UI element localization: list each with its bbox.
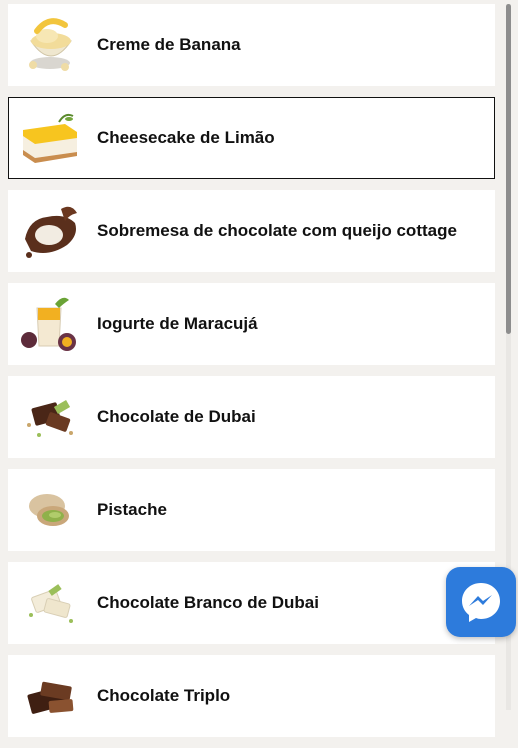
list-item-chocolate-de-dubai[interactable]: Chocolate de Dubai <box>8 376 495 458</box>
banana-cream-icon <box>29 18 72 71</box>
list-item-iogurte-de-maracuja[interactable]: Iogurte de Maracujá <box>8 283 495 365</box>
list-item-chocolate-branco-de-dubai[interactable]: Chocolate Branco de Dubai <box>8 562 495 644</box>
list-item-creme-de-banana[interactable]: Creme de Banana <box>8 4 495 86</box>
dessert-list: Creme de Banana Cheesecake de Limão Sobr… <box>8 4 495 748</box>
item-label: Pistache <box>97 500 167 519</box>
item-label: Sobremesa de chocolate com queijo cottag… <box>97 221 457 240</box>
lemon-cheesecake-icon <box>23 113 77 163</box>
messenger-icon <box>462 583 500 622</box>
passionfruit-yogurt-icon <box>21 297 76 351</box>
item-label: Chocolate de Dubai <box>97 407 256 426</box>
list-item-cheesecake-de-limao[interactable]: Cheesecake de Limão <box>8 97 495 179</box>
item-label: Chocolate Branco de Dubai <box>97 593 319 612</box>
pistachio-icon <box>29 494 69 526</box>
dubai-chocolate-icon <box>27 400 73 437</box>
item-label: Creme de Banana <box>97 35 241 54</box>
list-item-pistache[interactable]: Pistache <box>8 469 495 551</box>
chocolate-cottage-icon <box>25 206 77 258</box>
list-item-chocolate-triplo[interactable]: Chocolate Triplo <box>8 655 495 737</box>
item-label: Iogurte de Maracujá <box>97 314 258 333</box>
scrollbar-thumb[interactable] <box>506 4 511 334</box>
triple-chocolate-icon <box>27 681 74 714</box>
item-label: Cheesecake de Limão <box>97 128 275 147</box>
item-label: Chocolate Triplo <box>97 686 231 705</box>
list-item-sobremesa-de-chocolate[interactable]: Sobremesa de chocolate com queijo cottag… <box>8 190 495 272</box>
white-dubai-chocolate-icon <box>29 584 73 623</box>
messenger-chat-button[interactable] <box>446 567 516 637</box>
